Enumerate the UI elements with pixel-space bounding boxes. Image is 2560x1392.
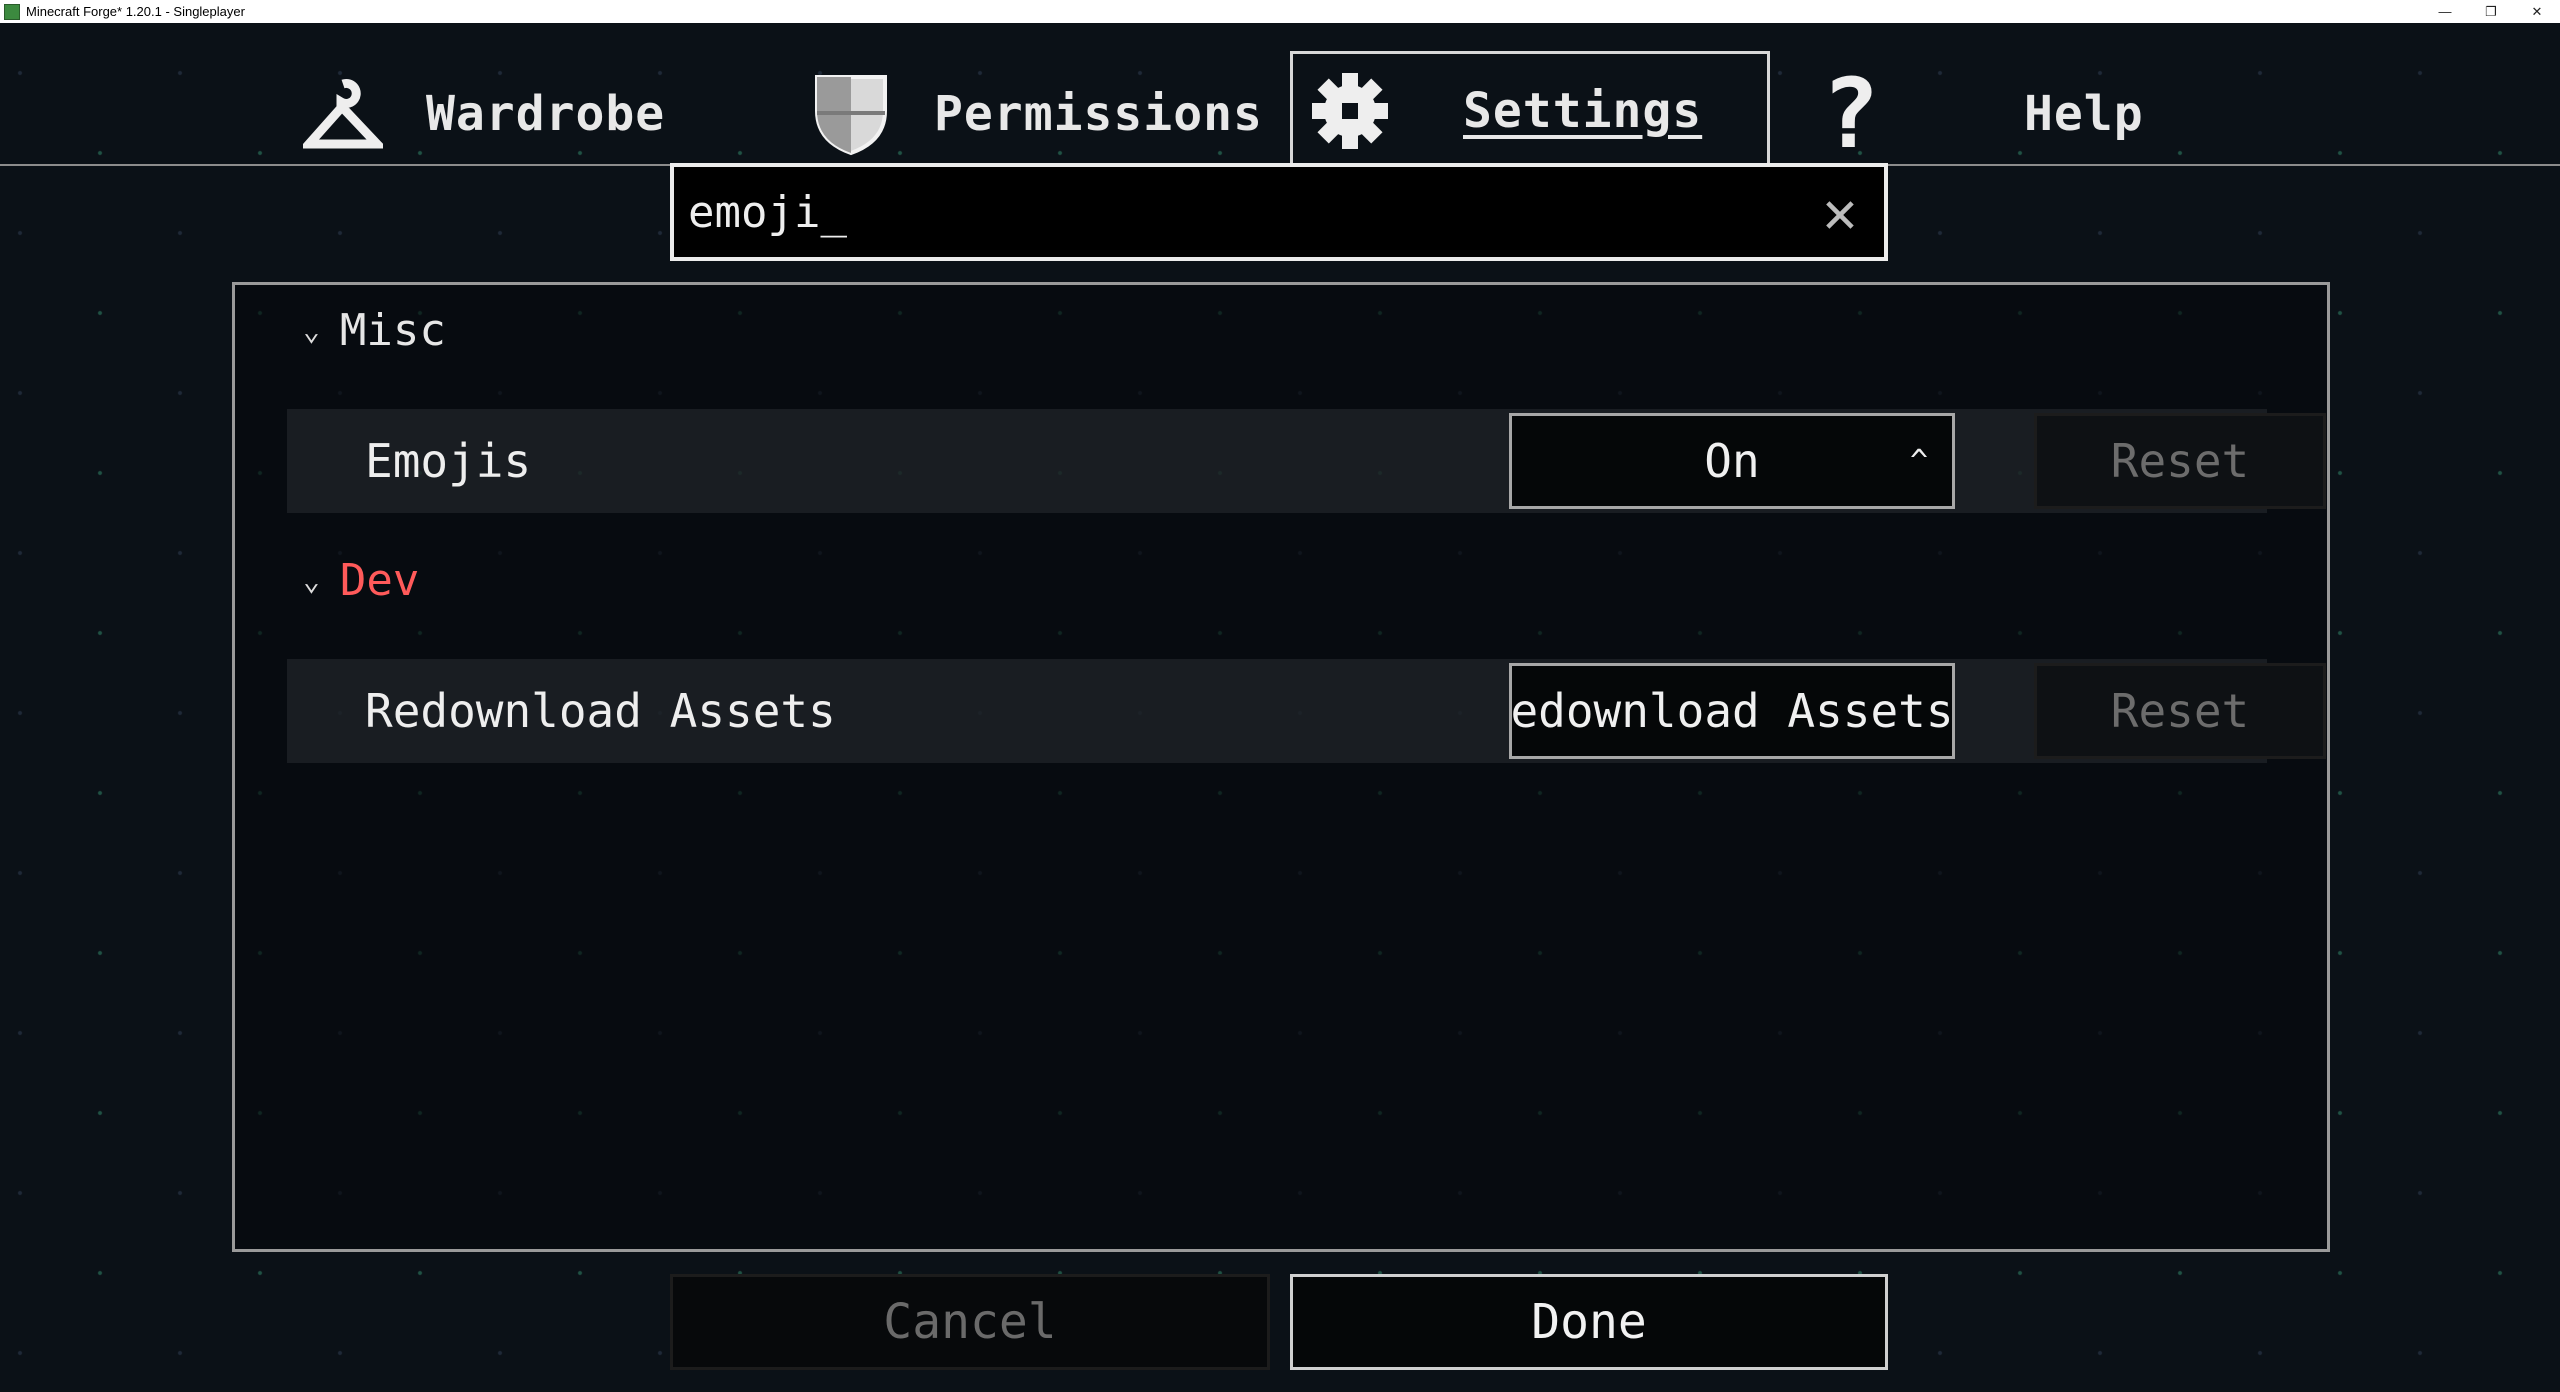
window-controls: — ❐ ✕ [2422, 0, 2560, 23]
cancel-button[interactable]: Cancel [670, 1274, 1270, 1370]
tab-help-label: Help [2024, 85, 2144, 142]
setting-redownload-label: Redownload Assets [365, 684, 836, 738]
chevron-down-icon: ⌄ [303, 314, 320, 347]
window-titlebar: Minecraft Forge* 1.20.1 - Singleplayer —… [0, 0, 2560, 23]
setting-emojis-label: Emojis [365, 434, 532, 488]
emojis-value: On [1704, 434, 1760, 488]
done-button[interactable]: Done [1290, 1274, 1888, 1370]
chevron-up-icon: ^ [1909, 443, 1928, 479]
emojis-reset-button[interactable]: Reset [2034, 413, 2326, 509]
tab-bar: Wardrobe Permissions Settings ? Help [0, 23, 2560, 170]
category-misc[interactable]: ⌄ Misc [303, 305, 446, 356]
search-input[interactable]: emoji_ ✕ [670, 163, 1888, 261]
settings-panel: ⌄ Misc Emojis On ^ Reset ⌄ Dev Redownloa… [232, 282, 2330, 1252]
minimize-icon[interactable]: — [2422, 0, 2468, 23]
tab-help[interactable]: ? Help [1808, 57, 2188, 170]
category-dev-label: Dev [339, 555, 420, 606]
search-value: emoji_ [688, 186, 847, 238]
chevron-down-icon: ⌄ [303, 564, 320, 597]
tab-permissions[interactable]: Permissions [808, 61, 1268, 166]
window-title: Minecraft Forge* 1.20.1 - Singleplayer [26, 4, 245, 19]
question-icon: ? [1821, 57, 1881, 170]
minecraft-app-icon [4, 3, 20, 20]
redownload-reset-button[interactable]: Reset [2034, 663, 2326, 759]
setting-row-emojis: Emojis On ^ Reset [287, 409, 2326, 513]
tab-settings[interactable]: Settings [1290, 51, 1770, 168]
category-dev[interactable]: ⌄ Dev [303, 555, 419, 606]
close-icon[interactable]: ✕ [2514, 0, 2560, 23]
setting-row-redownload-assets: Redownload Assets edownload Assets Reset [287, 659, 2326, 763]
hanger-icon [300, 71, 386, 157]
tab-permissions-label: Permissions [934, 85, 1263, 142]
tab-settings-label: Settings [1463, 83, 1703, 139]
tab-wardrobe-label: Wardrobe [426, 85, 666, 142]
clear-search-icon[interactable]: ✕ [1810, 178, 1870, 246]
gear-icon [1307, 68, 1393, 154]
redownload-assets-button[interactable]: edownload Assets [1509, 663, 1955, 759]
restore-icon[interactable]: ❐ [2468, 0, 2514, 23]
category-misc-label: Misc [339, 305, 446, 356]
shield-icon [808, 71, 894, 157]
tab-wardrobe[interactable]: Wardrobe [300, 61, 720, 166]
emojis-toggle-dropdown[interactable]: On ^ [1509, 413, 1955, 509]
